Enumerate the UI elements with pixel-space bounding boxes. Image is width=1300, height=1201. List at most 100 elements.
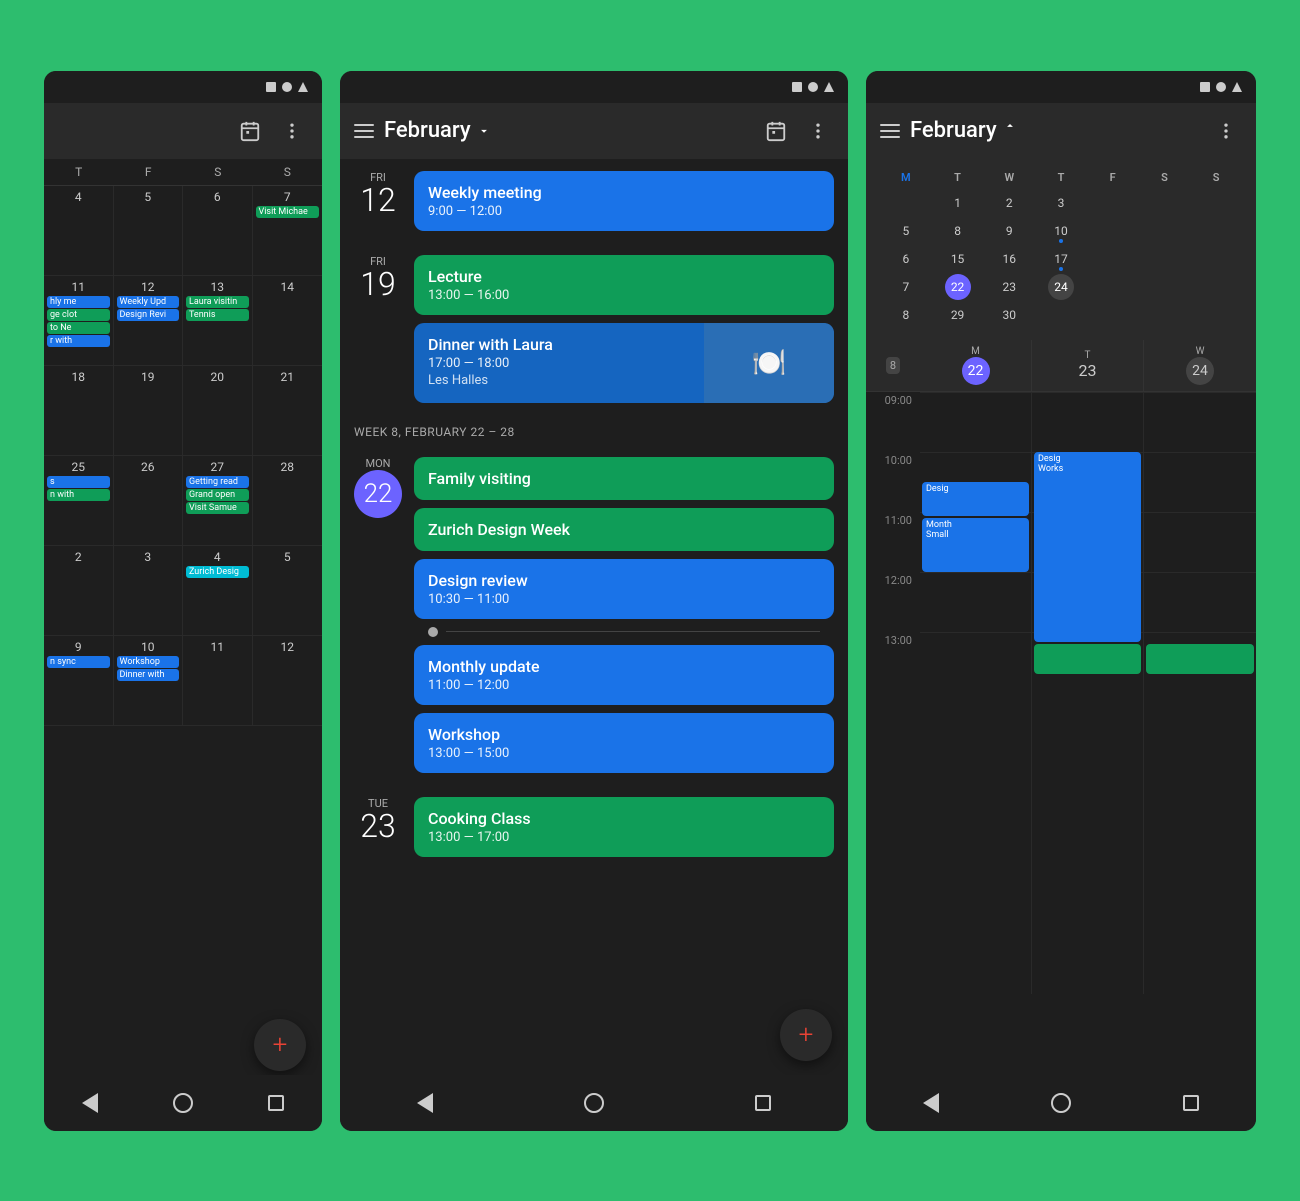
mini-day[interactable]: 29: [945, 302, 971, 328]
mini-day-dot[interactable]: 17: [1048, 246, 1074, 272]
mini-day[interactable]: [1203, 218, 1229, 244]
event-chip: Getting read: [186, 476, 249, 488]
home-button-2[interactable]: [578, 1087, 610, 1119]
mini-day-selected[interactable]: 24: [1048, 274, 1074, 300]
mini-day[interactable]: 5: [893, 218, 919, 244]
day-cell[interactable]: 7 Visit Michae: [253, 186, 323, 275]
day-cell[interactable]: 25 s n with: [44, 456, 114, 545]
day-cell[interactable]: 4 Zurich Desig: [183, 546, 253, 635]
fab-add-button[interactable]: +: [254, 1019, 306, 1071]
day-cell[interactable]: 28: [253, 456, 323, 545]
mini-day[interactable]: [1203, 190, 1229, 216]
event-chip: Zurich Desig: [186, 566, 249, 578]
week-event-monthly-update[interactable]: MonthSmall: [922, 518, 1029, 572]
more-options-icon-3[interactable]: [1210, 115, 1242, 147]
week-event-green-24[interactable]: [1146, 644, 1254, 674]
mini-day[interactable]: 6: [893, 246, 919, 272]
mini-day[interactable]: 8: [945, 218, 971, 244]
mini-day[interactable]: [1151, 302, 1177, 328]
recents-button-2[interactable]: [747, 1087, 779, 1119]
menu-icon-3[interactable]: [880, 124, 900, 138]
calendar-icon[interactable]: [234, 115, 266, 147]
more-options-icon[interactable]: [276, 115, 308, 147]
recents-button[interactable]: [260, 1087, 292, 1119]
mini-day[interactable]: [1048, 302, 1074, 328]
mini-day[interactable]: 3: [1048, 190, 1074, 216]
daynum-tue23: 23: [354, 810, 402, 842]
day-cell[interactable]: 12: [253, 636, 323, 725]
week-events-grid: Desig MonthSmall DesigWorks: [920, 392, 1256, 994]
week-event-design-workshop[interactable]: DesigWorks: [1034, 452, 1141, 642]
week-col-header-wed24[interactable]: W 24: [1144, 340, 1256, 391]
event-monthly-update[interactable]: Monthly update 11:00 — 12:00: [414, 645, 834, 705]
week-event-green-23[interactable]: [1034, 644, 1141, 674]
day-cell[interactable]: 19: [114, 366, 184, 455]
day-cell[interactable]: 9 n sync: [44, 636, 114, 725]
bottom-nav-2: [340, 1075, 848, 1131]
event-weekly-meeting[interactable]: Weekly meeting 9:00 — 12:00: [414, 171, 834, 231]
mini-day[interactable]: 30: [996, 302, 1022, 328]
mini-day[interactable]: 15: [945, 246, 971, 272]
mini-day[interactable]: 2: [996, 190, 1022, 216]
day-cell[interactable]: 2: [44, 546, 114, 635]
mini-day[interactable]: [1151, 190, 1177, 216]
home-button[interactable]: [167, 1087, 199, 1119]
recents-button-3[interactable]: [1175, 1087, 1207, 1119]
mini-day[interactable]: [1203, 246, 1229, 272]
day-cell[interactable]: 13 Laura visitin Tennis: [183, 276, 253, 365]
mini-day[interactable]: [1151, 218, 1177, 244]
back-button[interactable]: [74, 1087, 106, 1119]
mini-day[interactable]: 7: [893, 274, 919, 300]
day-cell[interactable]: 11 hly me ge clot to Ne r with: [44, 276, 114, 365]
back-button-3[interactable]: [915, 1087, 947, 1119]
week-col-header-tue23[interactable]: T 23: [1032, 340, 1144, 391]
more-options-icon-2[interactable]: [802, 115, 834, 147]
day-cell[interactable]: 21: [253, 366, 323, 455]
mini-day[interactable]: 9: [996, 218, 1022, 244]
home-button-3[interactable]: [1045, 1087, 1077, 1119]
mini-day[interactable]: [1100, 246, 1126, 272]
mini-day[interactable]: [1100, 274, 1126, 300]
week-day-columns: M 22 T 23 W 24: [920, 340, 1256, 994]
event-workshop[interactable]: Workshop 13:00 — 15:00: [414, 713, 834, 773]
day-cell[interactable]: 12 Weekly Upd Design Revi: [114, 276, 184, 365]
day-cell[interactable]: 6: [183, 186, 253, 275]
day-cell[interactable]: 27 Getting read Grand open Visit Samue: [183, 456, 253, 545]
mini-day[interactable]: [1100, 218, 1126, 244]
day-cell[interactable]: 18: [44, 366, 114, 455]
mini-day[interactable]: [1100, 190, 1126, 216]
event-design-review[interactable]: Design review 10:30 — 11:00: [414, 559, 834, 619]
back-button-2[interactable]: [409, 1087, 441, 1119]
day-cell[interactable]: 20: [183, 366, 253, 455]
event-zurich-design[interactable]: Zurich Design Week: [414, 508, 834, 551]
mini-day[interactable]: [1151, 246, 1177, 272]
event-lecture[interactable]: Lecture 13:00 — 16:00: [414, 255, 834, 315]
day-cell[interactable]: 11: [183, 636, 253, 725]
mini-day[interactable]: [1151, 274, 1177, 300]
mini-day[interactable]: 1: [945, 190, 971, 216]
week-event-design-review[interactable]: Desig: [922, 482, 1029, 516]
day-cell[interactable]: 3: [114, 546, 184, 635]
day-cell[interactable]: 26: [114, 456, 184, 545]
calendar-icon-2[interactable]: [760, 115, 792, 147]
event-dinner-laura[interactable]: Dinner with Laura 17:00 — 18:00 Les Hall…: [414, 323, 834, 403]
mini-day[interactable]: [1100, 302, 1126, 328]
menu-icon[interactable]: [354, 124, 374, 138]
day-cell[interactable]: 5: [253, 546, 323, 635]
mini-day[interactable]: 16: [996, 246, 1022, 272]
event-family-visiting[interactable]: Family visiting: [414, 457, 834, 500]
mini-day-dot[interactable]: 10: [1048, 218, 1074, 244]
event-cooking-class[interactable]: Cooking Class 13:00 — 17:00: [414, 797, 834, 857]
day-cell[interactable]: 14: [253, 276, 323, 365]
mini-day-today[interactable]: 22: [945, 274, 971, 300]
mini-day[interactable]: 8: [893, 302, 919, 328]
mini-day[interactable]: 23: [996, 274, 1022, 300]
week-col-header-mon22[interactable]: M 22: [920, 340, 1032, 391]
fab-add-button-2[interactable]: +: [780, 1009, 832, 1061]
day-cell[interactable]: 4: [44, 186, 114, 275]
mini-day[interactable]: [1203, 274, 1229, 300]
day-cell[interactable]: 5: [114, 186, 184, 275]
day-cell[interactable]: 10 Workshop Dinner with: [114, 636, 184, 725]
mini-day[interactable]: [1203, 302, 1229, 328]
mini-day[interactable]: [893, 190, 919, 216]
